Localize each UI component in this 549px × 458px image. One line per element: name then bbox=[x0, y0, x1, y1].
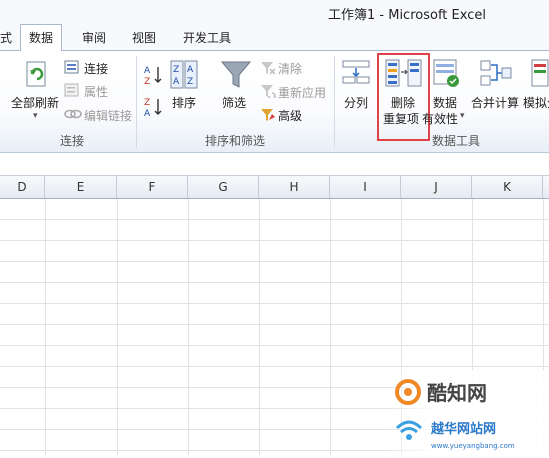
grid-column-line bbox=[330, 199, 331, 455]
data-validation-label-2[interactable]: 有效性 bbox=[422, 110, 458, 127]
remove-duplicates-highlight bbox=[377, 53, 430, 141]
advanced-filter-icon bbox=[261, 109, 275, 121]
group-label-sort-filter: 排序和筛选 bbox=[205, 134, 266, 148]
grid-column-line bbox=[259, 199, 260, 455]
refresh-all-icon bbox=[26, 61, 46, 87]
watermark-url: www.yueyangbang.com bbox=[431, 442, 515, 450]
clear-button[interactable]: 清除 bbox=[278, 60, 302, 77]
connections-icon bbox=[64, 60, 79, 74]
edit-links-button[interactable]: 编辑链接 bbox=[84, 107, 132, 124]
grid-column-line bbox=[45, 199, 46, 455]
column-header-i[interactable]: I bbox=[330, 176, 401, 198]
what-if-analysis-icon bbox=[531, 59, 549, 87]
consolidate-button[interactable]: 合并计算 bbox=[471, 94, 519, 111]
tab-review[interactable]: 审阅 bbox=[82, 29, 106, 46]
filter-button[interactable]: 筛选 bbox=[222, 94, 246, 111]
window-title: 工作簿1 - Microsoft Excel bbox=[328, 8, 486, 23]
tab-view[interactable]: 视图 bbox=[132, 29, 156, 46]
data-validation-label-1[interactable]: 数据 bbox=[433, 94, 457, 111]
what-if-analysis-button[interactable]: 模拟分 bbox=[523, 94, 549, 111]
filter-funnel-icon bbox=[220, 61, 252, 88]
sort-descending-icon: ZA bbox=[144, 98, 162, 118]
column-header-k[interactable]: K bbox=[472, 176, 543, 198]
column-header-f[interactable]: F bbox=[117, 176, 188, 198]
svg-text:Z: Z bbox=[187, 77, 193, 87]
watermark-site: 越华网站网 bbox=[430, 421, 496, 437]
consolidate-icon bbox=[480, 60, 512, 86]
watermark-logo: 酷知网 越华网站网 www.yueyangbang.com bbox=[383, 370, 549, 455]
tab-formulas-partial[interactable]: 式 bbox=[0, 29, 12, 46]
refresh-all-button[interactable]: 全部刷新 bbox=[11, 94, 59, 111]
text-to-columns-button[interactable]: 分列 bbox=[344, 94, 368, 111]
group-divider bbox=[334, 56, 335, 148]
ribbon-tabs: 式 数据 审阅 视图 开发工具 bbox=[0, 24, 549, 52]
group-label-connections: 连接 bbox=[60, 134, 85, 148]
svg-text:A: A bbox=[173, 77, 180, 87]
sort-button[interactable]: 排序 bbox=[172, 94, 196, 111]
clear-filter-icon bbox=[261, 62, 276, 75]
sort-icon: ZA AZ bbox=[170, 60, 198, 89]
svg-text:A: A bbox=[144, 109, 151, 118]
svg-text:Z: Z bbox=[144, 77, 150, 86]
grid-column-line bbox=[188, 199, 189, 455]
chevron-down-icon[interactable]: ▾ bbox=[460, 111, 465, 121]
svg-text:A: A bbox=[144, 66, 151, 76]
svg-text:A: A bbox=[187, 65, 194, 75]
sort-ascending-icon: AZ bbox=[144, 66, 162, 86]
group-label-data-tools: 数据工具 bbox=[432, 134, 481, 148]
data-validation-icon bbox=[433, 59, 459, 87]
column-header-j[interactable]: J bbox=[401, 176, 472, 198]
tab-data[interactable]: 数据 bbox=[20, 24, 63, 52]
svg-text:Z: Z bbox=[144, 98, 150, 108]
title-bar: 工作簿1 - Microsoft Excel bbox=[0, 0, 549, 24]
column-header-g[interactable]: G bbox=[188, 176, 259, 198]
column-header-d[interactable]: D bbox=[0, 176, 45, 198]
grid-column-line bbox=[117, 199, 118, 455]
tab-developer[interactable]: 开发工具 bbox=[183, 29, 231, 46]
column-header-row: D E F G H I J K bbox=[0, 176, 549, 199]
advanced-button[interactable]: 高级 bbox=[278, 107, 302, 124]
properties-button[interactable]: 属性 bbox=[84, 83, 108, 100]
column-header-e[interactable]: E bbox=[45, 176, 117, 198]
edit-links-icon bbox=[64, 109, 82, 119]
svg-text:Z: Z bbox=[173, 65, 179, 75]
reapply-icon bbox=[261, 85, 276, 98]
connections-button[interactable]: 连接 bbox=[84, 60, 108, 77]
column-header-h[interactable]: H bbox=[259, 176, 330, 198]
group-divider bbox=[136, 56, 137, 148]
text-to-columns-icon bbox=[342, 60, 370, 84]
chevron-down-icon[interactable]: ▾ bbox=[33, 111, 38, 121]
watermark-brand: 酷知网 bbox=[427, 381, 487, 405]
reapply-button[interactable]: 重新应用 bbox=[278, 84, 326, 101]
formula-bar[interactable] bbox=[0, 153, 549, 176]
watermark: 酷知网 越华网站网 www.yueyangbang.com bbox=[383, 370, 549, 455]
properties-icon bbox=[64, 83, 79, 97]
